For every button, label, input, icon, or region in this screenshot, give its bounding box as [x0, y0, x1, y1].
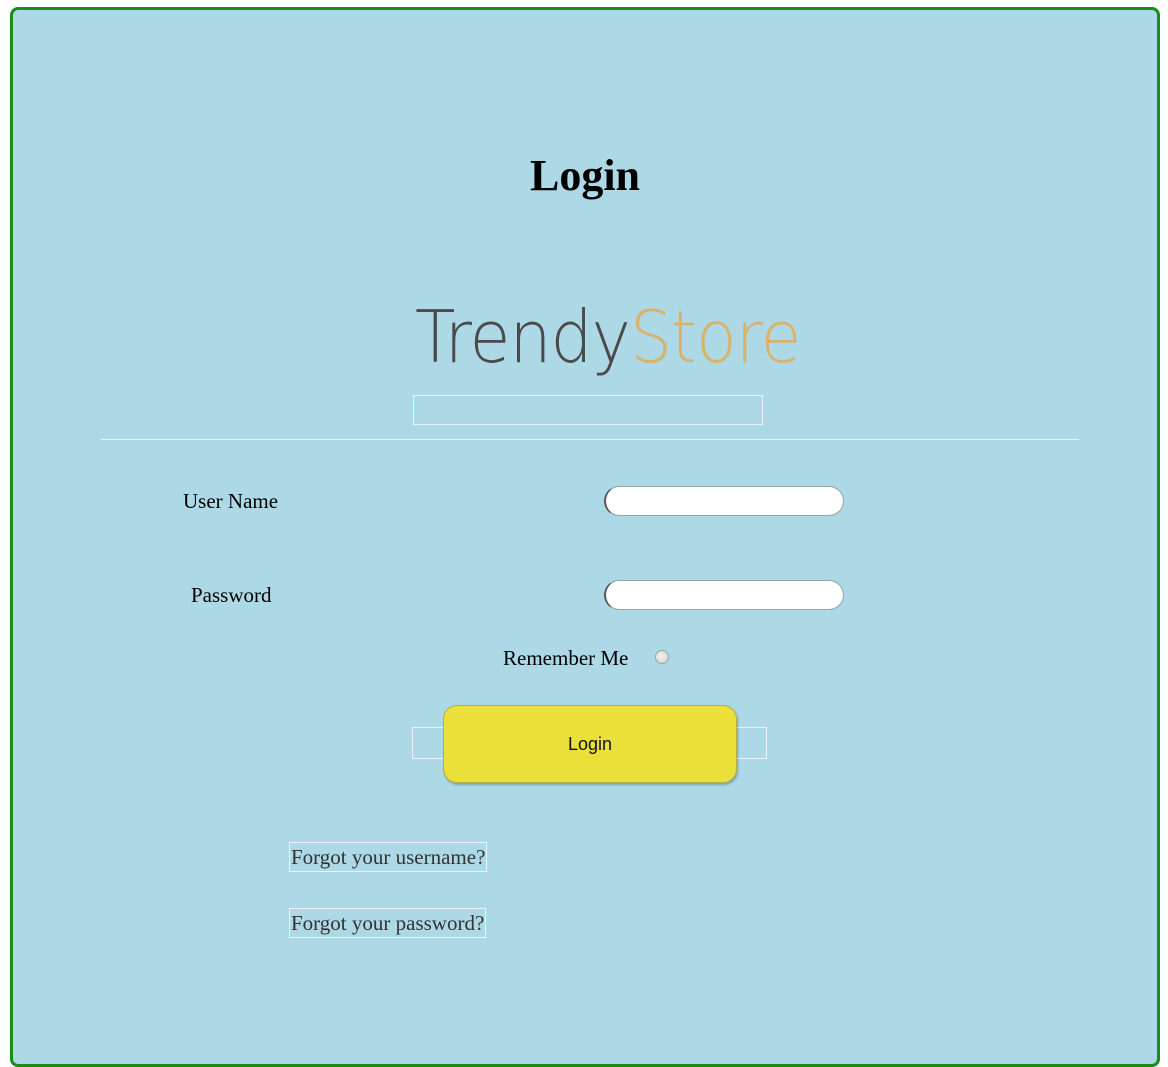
trendystore-logo: TrendyStore — [415, 278, 801, 396]
login-button[interactable]: Login — [443, 705, 737, 783]
password-input[interactable] — [604, 580, 844, 610]
password-label: Password — [191, 583, 272, 607]
forgot-password-link[interactable]: Forgot your password? — [289, 908, 487, 938]
username-input[interactable] — [604, 486, 844, 516]
logo-text-store: Store — [629, 295, 801, 379]
remember-me-label: Remember Me — [503, 646, 629, 670]
page-title: Login — [529, 151, 641, 200]
logo-frame — [413, 395, 763, 425]
forgot-username-link[interactable]: Forgot your username? — [289, 842, 488, 872]
login-panel: Login TrendyStore User Name Password Rem… — [10, 7, 1160, 1067]
remember-me-radio[interactable] — [655, 650, 669, 664]
logo-text-trendy: Trendy — [415, 295, 631, 379]
username-label: User Name — [183, 489, 279, 513]
divider — [101, 439, 1079, 440]
